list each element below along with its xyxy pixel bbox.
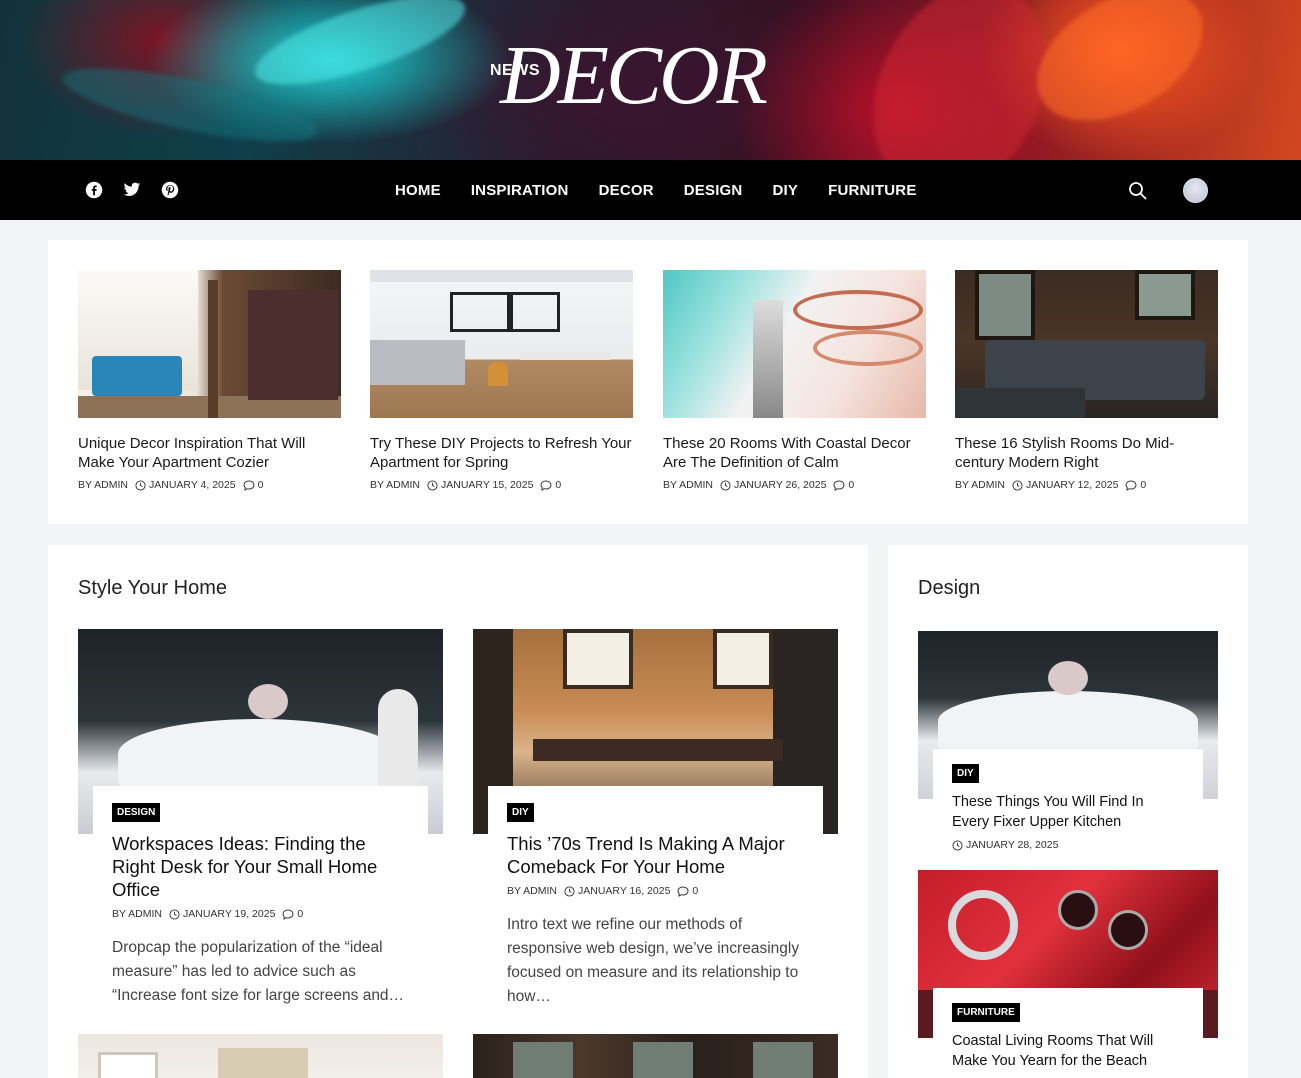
nav-diy[interactable]: DIY xyxy=(757,182,813,199)
post-card-overlay: DIY These Things You Will Find In Every … xyxy=(933,749,1203,851)
post-title[interactable]: These Things You Will Find In Every Fixe… xyxy=(952,792,1184,832)
post-date: JANUARY 4, 2025 xyxy=(149,479,236,491)
post-thumbnail[interactable] xyxy=(473,1034,838,1078)
post-title[interactable]: Coastal Living Rooms That Will Make You … xyxy=(952,1031,1184,1071)
logo-decor-text: DECOR xyxy=(500,29,768,122)
featured-card[interactable]: These 20 Rooms With Coastal Decor Are Th… xyxy=(663,270,926,491)
post-date: JANUARY 16, 2025 xyxy=(578,885,671,897)
pinterest-icon[interactable] xyxy=(160,180,180,200)
post-card-overlay: FURNITURE Coastal Living Rooms That Will… xyxy=(933,988,1203,1071)
search-icon[interactable] xyxy=(1128,181,1148,201)
post-author[interactable]: BY ADMIN xyxy=(370,479,420,491)
clock-icon xyxy=(135,479,146,491)
post-thumbnail[interactable] xyxy=(78,270,341,418)
post-meta: BY ADMIN JANUARY 15, 2025 0 xyxy=(370,479,633,491)
post-comment-count[interactable]: 0 xyxy=(692,885,698,897)
section-title: Design xyxy=(918,577,981,599)
post-title[interactable]: These 16 Stylish Rooms Do Mid-century Mo… xyxy=(955,434,1218,472)
post-thumbnail[interactable] xyxy=(370,270,633,418)
post-meta: BY ADMIN JANUARY 26, 2025 0 xyxy=(663,479,926,491)
comment-icon xyxy=(243,479,255,491)
post-excerpt: Dropcap the popularization of the “ideal… xyxy=(112,939,405,1004)
clock-icon xyxy=(427,479,438,491)
category-badge[interactable]: FURNITURE xyxy=(952,1003,1020,1022)
post-author[interactable]: BY ADMIN xyxy=(663,479,713,491)
post-title[interactable]: These 20 Rooms With Coastal Decor Are Th… xyxy=(663,434,926,472)
post-author[interactable]: BY ADMIN xyxy=(507,885,557,897)
nav-home[interactable]: HOME xyxy=(380,182,456,199)
nav-design[interactable]: DESIGN xyxy=(669,182,758,199)
nav-inspiration[interactable]: INSPIRATION xyxy=(456,182,584,199)
post-title[interactable]: Workspaces Ideas: Finding the Right Desk… xyxy=(112,832,409,901)
post-card-overlay: DESIGN Workspaces Ideas: Finding the Rig… xyxy=(93,786,428,1008)
post-thumbnail[interactable] xyxy=(955,270,1218,418)
post-meta: BY ADMIN JANUARY 16, 2025 0 xyxy=(507,885,804,897)
post-comment-count[interactable]: 0 xyxy=(297,908,303,920)
clock-icon xyxy=(1012,479,1023,491)
nav-decor[interactable]: DECOR xyxy=(584,182,669,199)
design-sidebar: Design DIY These Things You Will Find In… xyxy=(888,545,1248,1078)
post-title[interactable]: This ’70s Trend Is Making A Major Comeba… xyxy=(507,832,804,878)
clock-icon xyxy=(564,885,575,897)
post-excerpt: Intro text we refine our methods of resp… xyxy=(507,916,800,1005)
header-banner: NEWS DECOR xyxy=(0,0,1301,160)
featured-card[interactable]: Try These DIY Projects to Refresh Your A… xyxy=(370,270,633,491)
post-author[interactable]: BY ADMIN xyxy=(955,479,1005,491)
featured-card[interactable]: Unique Decor Inspiration That Will Make … xyxy=(78,270,341,491)
category-badge[interactable]: DIY xyxy=(952,764,979,783)
comment-icon xyxy=(1125,479,1137,491)
post-card[interactable]: DESIGN Workspaces Ideas: Finding the Rig… xyxy=(78,629,443,1008)
post-date: JANUARY 19, 2025 xyxy=(183,908,276,920)
post-title[interactable]: Unique Decor Inspiration That Will Make … xyxy=(78,434,341,472)
post-author[interactable]: BY ADMIN xyxy=(78,479,128,491)
main-navbar: HOME INSPIRATION DECOR DESIGN DIY FURNIT… xyxy=(0,160,1301,220)
post-comment-count[interactable]: 0 xyxy=(258,479,264,491)
comment-icon xyxy=(282,908,294,920)
site-logo[interactable]: NEWS DECOR xyxy=(490,34,790,120)
comment-icon xyxy=(833,479,845,491)
post-meta: BY ADMIN JANUARY 4, 2025 0 xyxy=(78,479,341,491)
category-badge[interactable]: DESIGN xyxy=(112,803,161,822)
post-card[interactable]: DIY This ’70s Trend Is Making A Major Co… xyxy=(473,629,838,1009)
post-date: JANUARY 26, 2025 xyxy=(734,479,827,491)
post-author[interactable]: BY ADMIN xyxy=(112,908,162,920)
post-card-overlay: DIY This ’70s Trend Is Making A Major Co… xyxy=(488,786,823,1009)
comment-icon xyxy=(677,885,689,897)
post-meta: BY ADMIN JANUARY 12, 2025 0 xyxy=(955,479,1218,491)
post-date: JANUARY 15, 2025 xyxy=(441,479,534,491)
post-thumbnail[interactable] xyxy=(663,270,926,418)
sidebar-post[interactable]: DIY These Things You Will Find In Every … xyxy=(918,631,1218,851)
primary-menu: HOME INSPIRATION DECOR DESIGN DIY FURNIT… xyxy=(380,160,932,220)
post-comment-count[interactable]: 0 xyxy=(555,479,561,491)
post-meta: BY ADMIN JANUARY 19, 2025 0 xyxy=(112,908,409,920)
post-comment-count[interactable]: 0 xyxy=(1140,479,1146,491)
nav-furniture[interactable]: FURNITURE xyxy=(813,182,931,199)
section-title: Style Your Home xyxy=(78,577,227,599)
clock-icon xyxy=(169,908,180,920)
clock-icon xyxy=(952,839,963,851)
category-badge[interactable]: DIY xyxy=(507,803,534,822)
post-title[interactable]: Try These DIY Projects to Refresh Your A… xyxy=(370,434,633,472)
post-date: JANUARY 28, 2025 xyxy=(966,839,1059,851)
twitter-icon[interactable] xyxy=(122,180,142,200)
clock-icon xyxy=(720,479,731,491)
facebook-icon[interactable] xyxy=(84,180,104,200)
avatar[interactable] xyxy=(1183,178,1208,203)
post-date: JANUARY 12, 2025 xyxy=(1026,479,1119,491)
featured-posts-row: Unique Decor Inspiration That Will Make … xyxy=(48,240,1248,524)
sidebar-post[interactable]: FURNITURE Coastal Living Rooms That Will… xyxy=(918,870,1218,1071)
post-thumbnail[interactable] xyxy=(78,1034,443,1078)
post-comment-count[interactable]: 0 xyxy=(848,479,854,491)
comment-icon xyxy=(540,479,552,491)
post-meta: JANUARY 28, 2025 xyxy=(952,839,1184,851)
featured-card[interactable]: These 16 Stylish Rooms Do Mid-century Mo… xyxy=(955,270,1218,491)
style-your-home-section: Style Your Home DESIGN Workspaces Ideas:… xyxy=(48,545,868,1078)
